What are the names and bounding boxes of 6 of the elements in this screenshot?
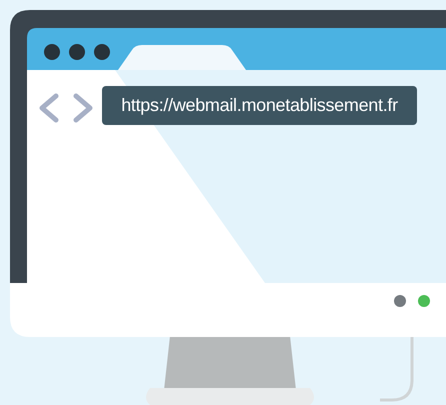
window-control-icon[interactable] [44, 44, 60, 60]
window-control-icon[interactable] [69, 44, 85, 60]
address-bar[interactable]: https://webmail.monetablissement.fr [102, 86, 417, 125]
status-light-icon [394, 295, 406, 307]
status-light-icon [418, 295, 430, 307]
window-control-icon[interactable] [94, 44, 110, 60]
